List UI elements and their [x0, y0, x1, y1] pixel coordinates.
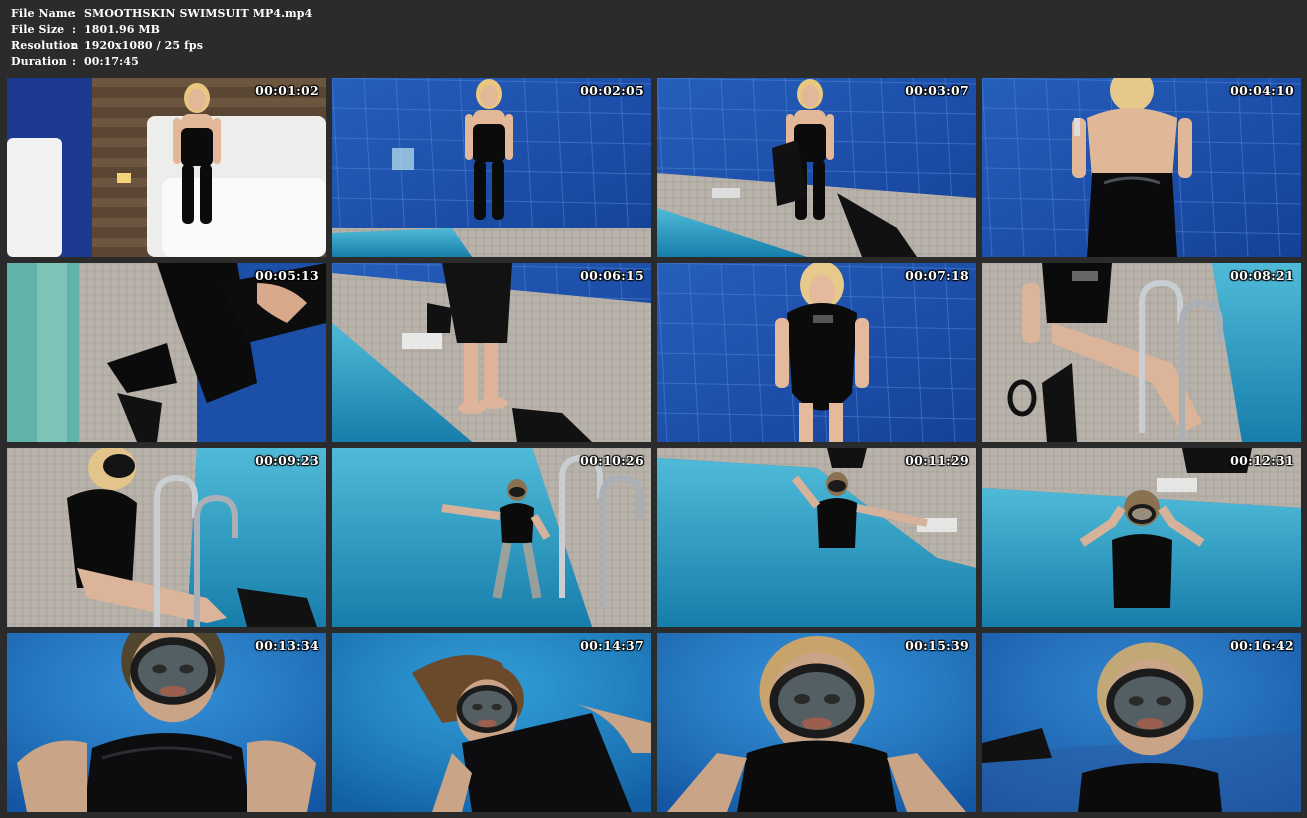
thumbnail-11[interactable]: 00:11:29 — [657, 448, 976, 627]
file-name-label: File Name — [11, 7, 75, 20]
resolution-label: Resolution — [11, 39, 79, 52]
file-size-value: 1801.96 MB — [84, 23, 161, 36]
duration-value: 00:17:45 — [84, 55, 139, 68]
thumbnail-image — [657, 263, 976, 442]
thumbnail-image — [657, 78, 976, 257]
thumbnail-13[interactable]: 00:13:34 — [7, 633, 326, 812]
timestamp-label: 00:07:18 — [905, 268, 969, 283]
thumbnail-1[interactable]: 00:01:02 — [7, 78, 326, 257]
thumbnail-6[interactable]: 00:06:15 — [332, 263, 651, 442]
thumbnail-3[interactable]: 00:03:07 — [657, 78, 976, 257]
thumbnail-image — [982, 263, 1301, 442]
file-size-sep: : — [72, 23, 77, 36]
timestamp-label: 00:03:07 — [905, 83, 969, 98]
thumbnail-5[interactable]: 00:05:13 — [7, 263, 326, 442]
timestamp-label: 00:15:39 — [905, 638, 969, 653]
duration-sep: : — [72, 55, 77, 68]
thumbnail-4[interactable]: 00:04:10 — [982, 78, 1301, 257]
duration-label: Duration — [11, 55, 67, 68]
thumbnail-image — [332, 448, 651, 627]
timestamp-label: 00:16:42 — [1230, 638, 1294, 653]
resolution-sep: : — [72, 39, 77, 52]
timestamp-label: 00:01:02 — [255, 83, 319, 98]
file-name-sep: : — [72, 7, 77, 20]
thumbnail-10[interactable]: 00:10:26 — [332, 448, 651, 627]
thumbnail-image — [332, 78, 651, 257]
timestamp-label: 00:08:21 — [1230, 268, 1294, 283]
thumbnail-image — [982, 633, 1301, 812]
thumbnail-16[interactable]: 00:16:42 — [982, 633, 1301, 812]
thumbnail-8[interactable]: 00:08:21 — [982, 263, 1301, 442]
thumbnail-grid: 00:01:02 00:02:05 00:03:07 00:04:10 00:0… — [7, 78, 1301, 812]
timestamp-label: 00:13:34 — [255, 638, 319, 653]
timestamp-label: 00:10:26 — [580, 453, 644, 468]
timestamp-label: 00:02:05 — [580, 83, 644, 98]
timestamp-label: 00:12:31 — [1230, 453, 1294, 468]
thumbnail-image — [982, 448, 1301, 627]
timestamp-label: 00:11:29 — [905, 453, 969, 468]
timestamp-label: 00:06:15 — [580, 268, 644, 283]
thumbnail-image — [7, 448, 326, 627]
thumbnail-image — [7, 633, 326, 812]
thumbnail-image — [657, 448, 976, 627]
thumbnail-image — [7, 263, 326, 442]
timestamp-label: 00:09:23 — [255, 453, 319, 468]
file-size-label: File Size — [11, 23, 65, 36]
file-name-row: File Name : SMOOTHSKIN SWIMSUIT MP4.mp4 — [11, 6, 312, 22]
file-size-row: File Size : 1801.96 MB — [11, 22, 312, 38]
timestamp-label: 00:04:10 — [1230, 83, 1294, 98]
thumbnail-7[interactable]: 00:07:18 — [657, 263, 976, 442]
thumbnail-14[interactable]: 00:14:37 — [332, 633, 651, 812]
timestamp-label: 00:05:13 — [255, 268, 319, 283]
thumbnail-image — [332, 633, 651, 812]
file-info: File Name : SMOOTHSKIN SWIMSUIT MP4.mp4 … — [11, 6, 312, 70]
thumbnail-image — [982, 78, 1301, 257]
thumbnail-image — [657, 633, 976, 812]
thumbnail-15[interactable]: 00:15:39 — [657, 633, 976, 812]
thumbnail-2[interactable]: 00:02:05 — [332, 78, 651, 257]
thumbnail-12[interactable]: 00:12:31 — [982, 448, 1301, 627]
resolution-row: Resolution : 1920x1080 / 25 fps — [11, 38, 312, 54]
thumbnail-9[interactable]: 00:09:23 — [7, 448, 326, 627]
thumbnail-image — [7, 78, 326, 257]
duration-row: Duration : 00:17:45 — [11, 54, 312, 70]
thumbnail-image — [332, 263, 651, 442]
resolution-value: 1920x1080 / 25 fps — [84, 39, 204, 52]
file-name-value: SMOOTHSKIN SWIMSUIT MP4.mp4 — [84, 7, 313, 20]
timestamp-label: 00:14:37 — [580, 638, 644, 653]
